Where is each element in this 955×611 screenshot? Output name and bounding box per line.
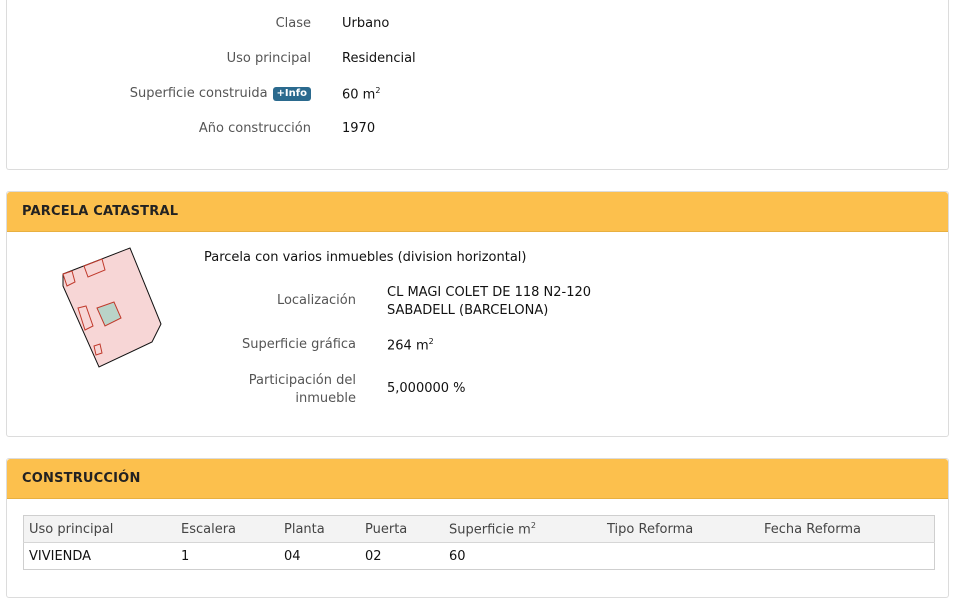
parcela-description: Parcela con varios inmuebles (division h…	[204, 250, 527, 265]
construccion-header: CONSTRUCCIÓN	[7, 459, 948, 499]
anio-value: 1970	[342, 121, 376, 136]
superficie-grafica-value-group: 264 m2	[387, 337, 434, 353]
parcel-map-image[interactable]	[55, 242, 175, 372]
participacion-value: 5,000000 %	[387, 381, 466, 396]
col-puerta: Puerta	[360, 515, 444, 543]
col-escalera: Escalera	[176, 515, 279, 543]
participacion-label: Participación del inmueble	[249, 372, 356, 408]
superficie-label-group: Superficie construida +Info	[130, 86, 311, 101]
uso-label: Uso principal	[226, 51, 311, 66]
construccion-table: Uso principal Escalera Planta Puerta Sup…	[23, 515, 935, 570]
superficie-label: Superficie construida	[129, 86, 268, 101]
col-tipo-reforma: Tipo Reforma	[602, 515, 759, 543]
col-planta: Planta	[279, 515, 360, 543]
cell-uso-principal: VIVIENDA	[29, 548, 92, 564]
uso-value: Residencial	[342, 51, 416, 66]
localizacion-label: Localización	[276, 293, 356, 308]
localizacion-line2: SABADELL (BARCELONA)	[387, 303, 549, 318]
col-superficie-sup: 2	[530, 520, 536, 530]
participacion-label-line1: Participación del	[248, 373, 356, 388]
table-row: VIVIENDA 1 04 02 60	[24, 543, 935, 570]
inmueble-panel: Clase Urbano Uso principal Residencial S…	[6, 0, 949, 170]
col-superficie: Superficie m2	[444, 515, 602, 543]
superficie-unit-sup: 2	[375, 86, 381, 95]
col-superficie-label: Superficie m	[449, 522, 531, 538]
cell-superficie: 60	[449, 548, 466, 564]
col-uso-principal: Uso principal	[23, 515, 176, 543]
clase-value: Urbano	[342, 16, 390, 31]
construccion-panel: CONSTRUCCIÓN Uso principal Escalera Plan…	[6, 458, 949, 598]
anio-label: Año construcción	[198, 121, 311, 136]
cell-escalera: 1	[181, 548, 190, 564]
superficie-value: 60 m	[342, 87, 376, 103]
participacion-label-line2: inmueble	[295, 391, 356, 406]
localizacion-value: CL MAGI COLET DE 118 N2-120 SABADELL (BA…	[387, 284, 591, 320]
table-header-row: Uso principal Escalera Planta Puerta Sup…	[23, 515, 935, 543]
parcela-panel: PARCELA CATASTRAL Parcela con varios inm…	[6, 191, 949, 437]
info-button[interactable]: +Info	[272, 87, 311, 101]
cell-tipo-reforma	[602, 543, 759, 570]
superficie-grafica-label: Superficie gráfica	[241, 337, 356, 352]
cell-planta: 04	[284, 548, 301, 564]
clase-label: Clase	[275, 16, 311, 31]
col-fecha-reforma: Fecha Reforma	[759, 515, 935, 543]
cell-fecha-reforma	[759, 543, 935, 570]
cell-puerta: 02	[365, 548, 382, 564]
superficie-grafica-unit-sup: 2	[428, 337, 434, 346]
parcela-header: PARCELA CATASTRAL	[7, 192, 948, 232]
superficie-value-group: 60 m2	[342, 86, 380, 102]
localizacion-line1: CL MAGI COLET DE 118 N2-120	[387, 285, 592, 300]
superficie-grafica-value: 264 m	[387, 338, 429, 354]
